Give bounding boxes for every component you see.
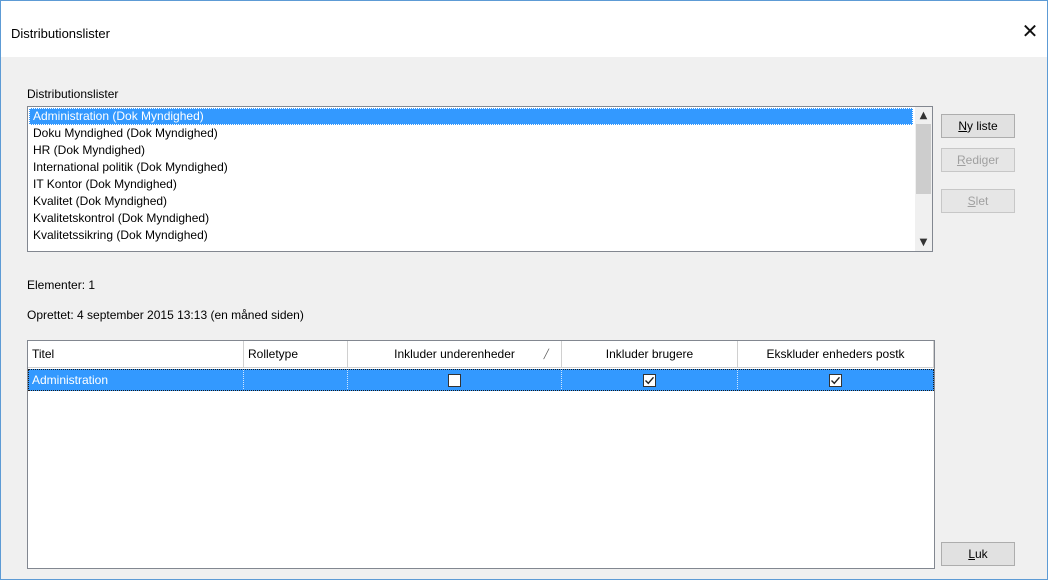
- scroll-up-icon[interactable]: ▲: [915, 107, 932, 124]
- list-item[interactable]: HR (Dok Myndighed): [29, 142, 913, 159]
- table-row[interactable]: Administration: [28, 369, 934, 391]
- delete-button[interactable]: Slet: [941, 189, 1015, 213]
- column-header-role-type[interactable]: Rolletype: [244, 341, 348, 367]
- delete-label: let: [975, 194, 989, 208]
- close-button[interactable]: Luk: [941, 542, 1015, 566]
- edit-mnemonic: R: [956, 153, 966, 167]
- list-item[interactable]: Doku Myndighed (Dok Myndighed): [29, 125, 913, 142]
- scroll-down-icon[interactable]: ▼: [915, 234, 932, 251]
- include-subunits-checkbox[interactable]: [448, 373, 461, 387]
- column-header-exclude-unit-mail[interactable]: Ekskluder enheders postk: [738, 341, 934, 367]
- include-users-checkbox[interactable]: [643, 373, 656, 387]
- new-list-mnemonic: N: [958, 119, 967, 133]
- list-item[interactable]: IT Kontor (Dok Myndighed): [29, 176, 913, 193]
- edit-label: ediger: [965, 153, 1000, 167]
- close-label: uk: [975, 547, 988, 561]
- list-item[interactable]: Administration (Dok Myndighed): [29, 108, 913, 125]
- list-items: Administration (Dok Myndighed) Doku Myndi…: [29, 108, 913, 244]
- grid-header: Titel Rolletype Inkluder underenheder ╱ …: [28, 341, 934, 368]
- created-date: Oprettet: 4 september 2015 13:13 (en mån…: [27, 308, 304, 322]
- include-subunits-cell: [348, 369, 562, 391]
- members-grid: Titel Rolletype Inkluder underenheder ╱ …: [27, 340, 935, 569]
- checkmark-icon: [645, 376, 655, 384]
- column-header-title[interactable]: Titel: [28, 341, 244, 367]
- list-item[interactable]: International politik (Dok Myndighed): [29, 159, 913, 176]
- column-header-include-subunits-label: Inkluder underenheder: [394, 347, 515, 361]
- row-title: Administration: [28, 369, 244, 391]
- scroll-thumb[interactable]: [916, 124, 931, 194]
- include-users-cell: [562, 369, 738, 391]
- exclude-unit-mail-cell: [738, 369, 934, 391]
- element-count: Elementer: 1: [27, 278, 96, 292]
- distribution-list-box[interactable]: Administration (Dok Myndighed) Doku Myndi…: [27, 106, 933, 252]
- window-title: Distributionslister: [11, 26, 110, 41]
- close-icon[interactable]: ✕: [1013, 15, 1047, 47]
- distribution-lists-label: Distributionslister: [27, 87, 119, 101]
- exclude-unit-mail-checkbox[interactable]: [829, 373, 842, 387]
- new-list-button[interactable]: Ny liste: [941, 114, 1015, 138]
- list-item[interactable]: Kvalitetskontrol (Dok Myndighed): [29, 210, 913, 227]
- delete-mnemonic: S: [967, 194, 976, 208]
- column-header-include-users[interactable]: Inkluder brugere: [562, 341, 738, 367]
- title-bar: Distributionslister ✕: [1, 1, 1047, 57]
- row-role-type: [244, 369, 348, 391]
- close-mnemonic: L: [968, 547, 975, 561]
- list-item[interactable]: Kvalitet (Dok Myndighed): [29, 193, 913, 210]
- sort-indicator-icon: ╱: [543, 349, 549, 359]
- list-item[interactable]: Kvalitetssikring (Dok Myndighed): [29, 227, 913, 244]
- new-list-label: y liste: [966, 119, 998, 133]
- edit-button[interactable]: Rediger: [941, 148, 1015, 172]
- checkmark-icon: [831, 376, 841, 384]
- column-header-include-subunits[interactable]: Inkluder underenheder ╱: [348, 341, 562, 367]
- list-scrollbar[interactable]: ▲ ▼: [915, 107, 932, 251]
